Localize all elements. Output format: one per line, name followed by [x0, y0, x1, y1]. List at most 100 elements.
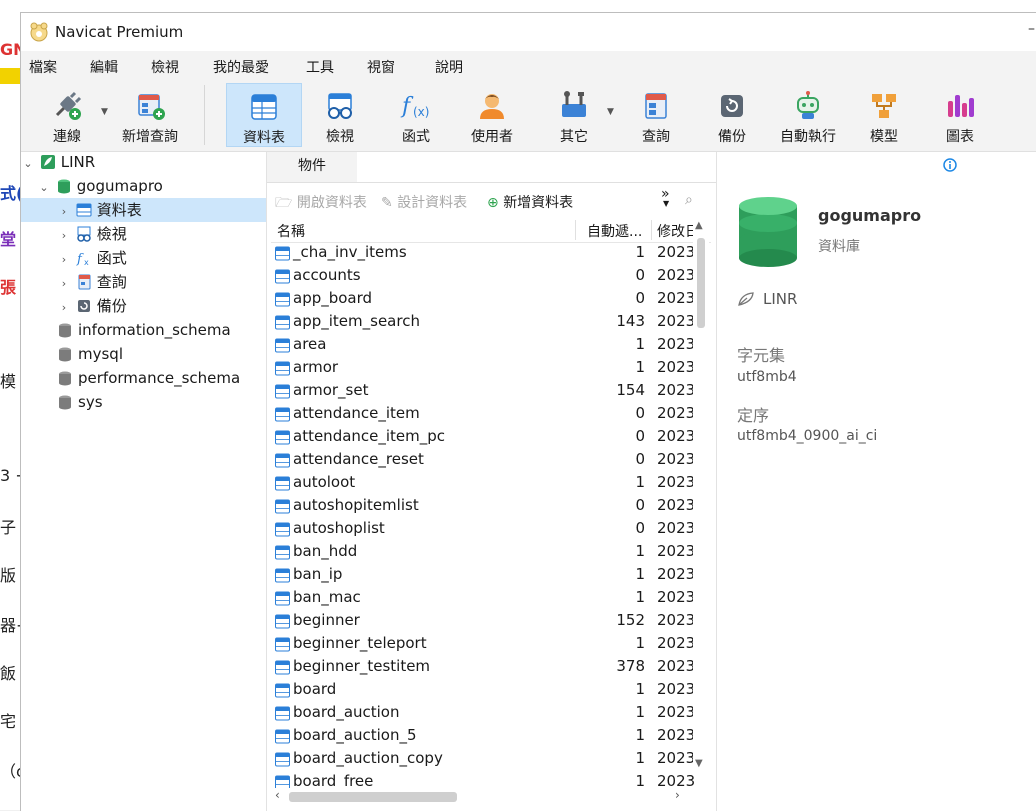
chevron-down-icon[interactable]: ⌄ [21, 152, 35, 176]
chevron-right-icon[interactable]: › [57, 224, 71, 248]
menu-tools[interactable]: 工具 [306, 57, 334, 77]
column-separator[interactable] [651, 220, 652, 240]
table-row[interactable]: armor_set 154 2023 [271, 380, 695, 403]
table-row[interactable]: app_board 0 2023 [271, 288, 695, 311]
table-row[interactable]: autoloot 1 2023 [271, 472, 695, 495]
menu-edit[interactable]: 編輯 [90, 57, 118, 77]
table-row[interactable]: armor 1 2023 [271, 357, 695, 380]
table-row[interactable]: ban_mac 1 2023 [271, 587, 695, 610]
table-icon [275, 384, 290, 399]
menu-help[interactable]: 說明 [435, 57, 463, 77]
tree-database-gogumapro[interactable]: ⌄ gogumapro [37, 174, 266, 198]
modified-date-cell: 2023 [657, 358, 696, 376]
query-button[interactable]: 查詢 [625, 83, 687, 147]
table-row[interactable]: area 1 2023 [271, 334, 695, 357]
chevron-down-icon[interactable]: ⌄ [37, 176, 51, 200]
table-row[interactable]: beginner_teleport 1 2023 [271, 633, 695, 656]
table-row[interactable]: app_item_search 143 2023 [271, 311, 695, 334]
others-button[interactable]: ▼ 其它 [543, 83, 614, 147]
connection-leaf-icon [738, 292, 754, 306]
scroll-left-icon[interactable]: ‹ [275, 788, 280, 802]
table-icon [275, 338, 290, 353]
menu-view[interactable]: 檢視 [151, 57, 179, 77]
minimize-button[interactable]: – [1028, 21, 1035, 37]
users-button[interactable]: 使用者 [461, 83, 523, 147]
table-row[interactable]: accounts 0 2023 [271, 265, 695, 288]
scrollbar-thumb[interactable] [697, 238, 705, 328]
table-row[interactable]: ban_hdd 1 2023 [271, 541, 695, 564]
auto-increment-cell: 1 [635, 588, 645, 606]
tree-item-functions[interactable]: › f x 函式 [57, 246, 127, 270]
table-row[interactable]: board_free 1 2023 [271, 771, 695, 788]
more-tools-caret-icon[interactable]: ▼ [663, 199, 669, 208]
table-row[interactable]: board_auction_copy 1 2023 [271, 748, 695, 771]
chevron-right-icon[interactable]: › [57, 296, 71, 320]
table-row[interactable]: autoshoplist 0 2023 [271, 518, 695, 541]
bg-fragment: 器+ [0, 616, 20, 635]
chevron-right-icon[interactable]: › [57, 200, 71, 224]
table-name-cell: attendance_reset [293, 450, 424, 468]
table-row[interactable]: attendance_item 0 2023 [271, 403, 695, 426]
backup-button[interactable]: 備份 [701, 83, 763, 147]
column-header-auto-inc[interactable]: 自動遞... [587, 221, 649, 241]
design-table-button[interactable]: ✎ 設計資料表 [381, 192, 467, 212]
auto-increment-cell: 1 [635, 772, 645, 788]
table-icon [76, 203, 92, 217]
table-row[interactable]: beginner 152 2023 [271, 610, 695, 633]
scroll-right-icon[interactable]: › [675, 788, 680, 802]
scroll-up-icon[interactable]: ▲ [695, 220, 703, 231]
tree-database-performance-schema[interactable]: performance_schema [57, 366, 240, 390]
tree-connection-linr[interactable]: ⌄ LINR [21, 150, 266, 174]
scrollbar-thumb[interactable] [289, 792, 457, 802]
chevron-right-icon[interactable]: › [57, 248, 71, 272]
horizontal-scrollbar[interactable]: ‹ › [271, 788, 691, 806]
tree-item-views[interactable]: › 檢視 [57, 222, 127, 246]
model-button[interactable]: 模型 [853, 83, 915, 147]
open-table-button[interactable]: 🗁 開啟資料表 [275, 192, 367, 216]
tab-objects[interactable]: 物件 [267, 152, 358, 182]
connect-button[interactable]: ▼ 連線 [37, 83, 108, 147]
table-row[interactable]: board_auction 1 2023 [271, 702, 695, 725]
table-row[interactable]: attendance_reset 0 2023 [271, 449, 695, 472]
column-header-modified[interactable]: 修改日 [657, 221, 697, 241]
search-icon[interactable]: ⌕ [685, 192, 693, 208]
functions-button[interactable]: f (x) 函式 [385, 83, 447, 147]
menu-favorites[interactable]: 我的最愛 [213, 57, 269, 77]
others-dropdown-caret[interactable]: ▼ [607, 107, 614, 117]
new-table-button[interactable]: ⊕ 新增資料表 [487, 192, 573, 212]
automation-button[interactable]: 自動執行 [773, 83, 843, 147]
tree-database-mysql[interactable]: mysql [57, 342, 123, 366]
tree-database-sys[interactable]: sys [57, 390, 103, 414]
connect-dropdown-caret[interactable]: ▼ [101, 107, 108, 117]
chevron-right-icon[interactable]: › [57, 272, 71, 296]
view-glasses-icon [77, 226, 91, 242]
tree-database-information-schema[interactable]: information_schema [57, 318, 231, 342]
tree-item-tables[interactable]: › 資料表 [21, 198, 266, 222]
menu-file[interactable]: 檔案 [29, 57, 57, 77]
table-name-cell: beginner_teleport [293, 634, 427, 652]
modified-date-cell: 2023 [657, 611, 696, 629]
charts-button[interactable]: 圖表 [929, 83, 991, 147]
table-row[interactable]: board_auction_5 1 2023 [271, 725, 695, 748]
views-button[interactable]: 檢視 [309, 83, 371, 147]
table-row[interactable]: attendance_item_pc 0 2023 [271, 426, 695, 449]
menu-window[interactable]: 視窗 [367, 57, 395, 77]
tree-database-label: information_schema [78, 321, 231, 339]
auto-increment-cell: 0 [635, 496, 645, 514]
table-row[interactable]: beginner_testitem 378 2023 [271, 656, 695, 679]
database-icon [59, 395, 71, 410]
tables-button[interactable]: 資料表 [226, 83, 302, 147]
tree-item-backups[interactable]: › 備份 [57, 294, 127, 318]
table-row[interactable]: _cha_inv_items 1 2023 [271, 242, 695, 265]
scroll-down-icon[interactable]: ▼ [695, 758, 703, 769]
vertical-scrollbar[interactable]: ▲ ▼ [693, 218, 709, 774]
column-header-name[interactable]: 名稱 [277, 221, 305, 241]
new-query-button[interactable]: 新增查詢 [115, 83, 185, 147]
tree-item-queries[interactable]: › 查詢 [57, 270, 127, 294]
table-row[interactable]: autoshopitemlist 0 2023 [271, 495, 695, 518]
info-icon[interactable] [943, 158, 957, 172]
table-row[interactable]: board 1 2023 [271, 679, 695, 702]
objects-toolbar: 🗁 開啟資料表 ✎ 設計資料表 ⊕ 新增資料表 » ▼ ⌕ [267, 183, 716, 217]
table-row[interactable]: ban_ip 1 2023 [271, 564, 695, 587]
column-separator[interactable] [575, 220, 576, 240]
